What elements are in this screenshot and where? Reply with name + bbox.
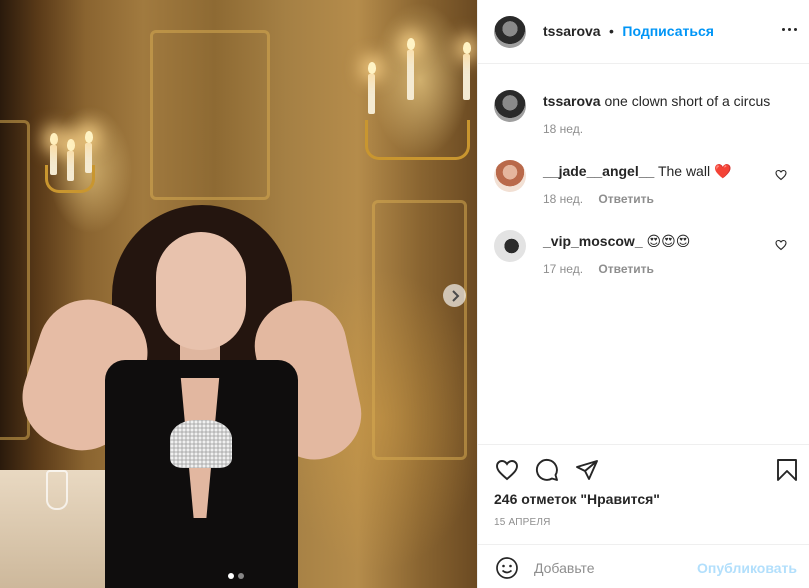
share-icon xyxy=(576,460,598,480)
person-figure xyxy=(0,0,477,588)
caption-time[interactable]: 18 нед. xyxy=(543,122,583,136)
comment-text: The wall ❤️ xyxy=(657,163,732,179)
carousel-dot xyxy=(238,573,244,579)
header-separator: • xyxy=(609,23,614,39)
post-photo[interactable] xyxy=(0,0,477,588)
comment-username[interactable]: __jade__angel__ xyxy=(543,163,654,179)
post-date[interactable]: 15 АПРЕЛЯ xyxy=(494,517,551,528)
bookmark-icon xyxy=(777,459,797,481)
emoji-icon xyxy=(496,557,518,579)
heart-icon[interactable] xyxy=(775,169,787,181)
comment-text: 😍😍😍 xyxy=(646,233,691,249)
comment-time[interactable]: 18 нед. xyxy=(543,192,583,206)
emoji-button[interactable] xyxy=(494,555,520,581)
comment-item: _vip_moscow_ 😍😍😍 17 нед. Ответить xyxy=(543,232,773,276)
reply-button[interactable]: Ответить xyxy=(598,262,653,276)
heart-icon[interactable] xyxy=(775,239,787,251)
reply-button[interactable]: Ответить xyxy=(598,192,653,206)
caption-username[interactable]: tssarova xyxy=(543,93,601,109)
follow-button[interactable]: Подписаться xyxy=(622,23,714,39)
add-comment-bar: Опубликовать xyxy=(478,544,809,588)
like-button[interactable] xyxy=(494,457,520,483)
carousel-dots xyxy=(228,573,244,579)
save-button[interactable] xyxy=(774,457,800,483)
carousel-dot xyxy=(228,573,234,579)
caption-text: one clown short of a circus xyxy=(604,93,771,109)
avatar[interactable] xyxy=(494,160,526,192)
avatar[interactable] xyxy=(494,230,526,262)
comment-button[interactable] xyxy=(534,457,560,483)
publish-button[interactable]: Опубликовать xyxy=(697,560,797,576)
avatar[interactable] xyxy=(494,16,526,48)
more-options-icon[interactable] xyxy=(782,28,797,31)
post-header: tssarova • Подписаться xyxy=(478,0,809,64)
avatar[interactable] xyxy=(494,90,526,122)
chevron-right-icon xyxy=(451,289,459,302)
author-username[interactable]: tssarova xyxy=(543,23,601,39)
comment-username[interactable]: _vip_moscow_ xyxy=(543,233,643,249)
caption: tssarova one clown short of a circus 18 … xyxy=(543,92,809,136)
share-button[interactable] xyxy=(574,457,600,483)
comment-icon xyxy=(535,458,558,481)
post-side-panel: tssarova • Подписаться tssarova one clow… xyxy=(477,0,809,588)
add-comment-input[interactable] xyxy=(534,558,684,578)
wine-glass xyxy=(46,470,68,510)
likes-count[interactable]: 246 отметок "Нравится" xyxy=(494,491,660,507)
comment-time[interactable]: 17 нед. xyxy=(543,262,583,276)
heart-icon xyxy=(496,460,518,481)
comment-item: __jade__angel__ The wall ❤️ 18 нед. Отве… xyxy=(543,162,773,206)
carousel-next-button[interactable] xyxy=(443,284,466,307)
